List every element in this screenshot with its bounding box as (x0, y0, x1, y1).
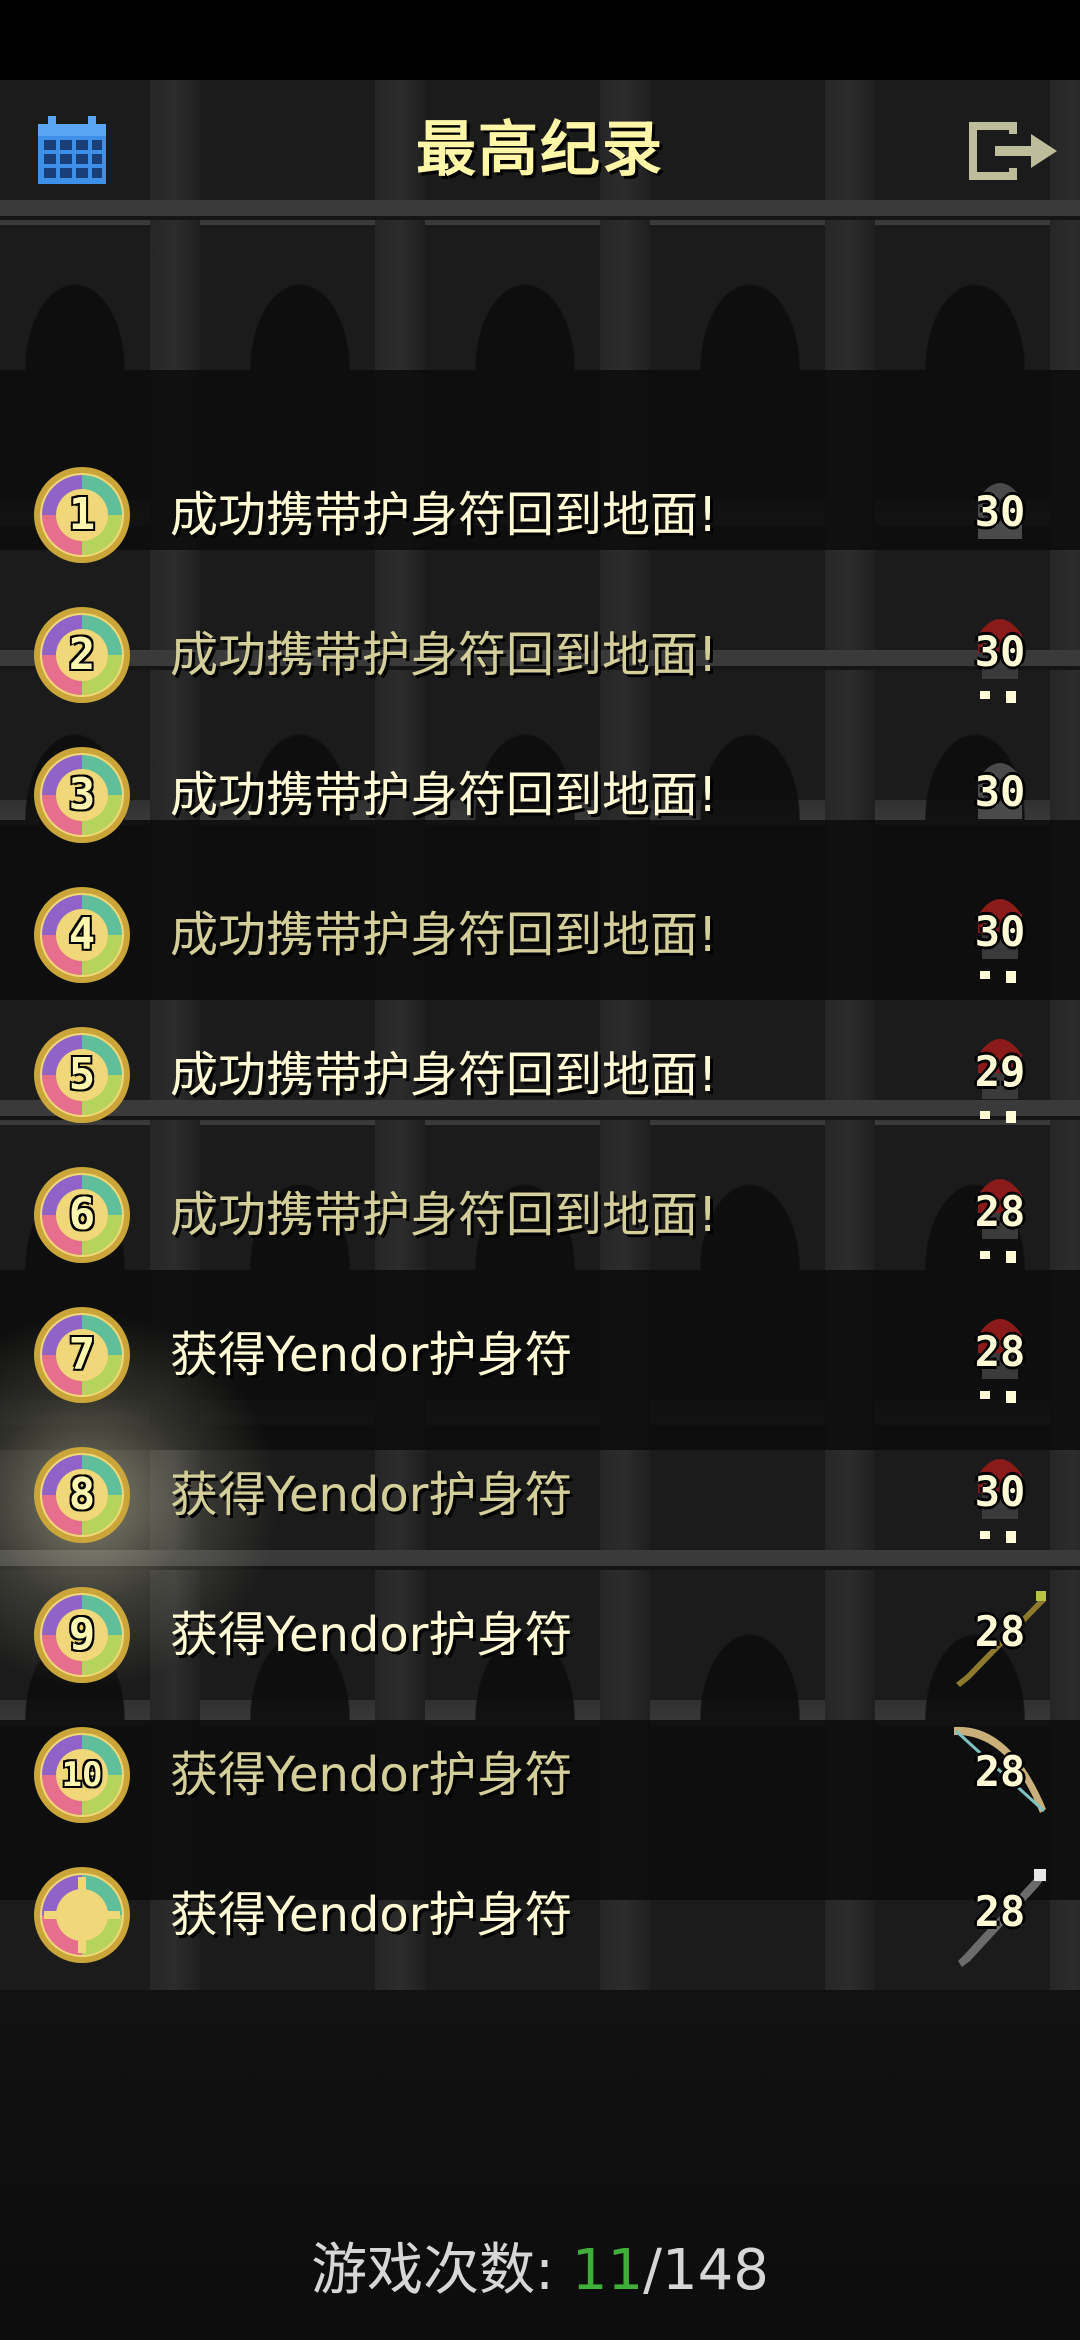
ranking-row[interactable]: 9 获得Yendor护身符 28 (0, 1565, 1080, 1705)
hero-class-icon: 28 (950, 1159, 1060, 1271)
hero-class-icon: 30 (950, 1439, 1060, 1551)
ranking-description: 获得Yendor护身符 (170, 1607, 573, 1663)
exit-icon (969, 122, 1057, 180)
games-won-count: 11 (571, 2238, 644, 2303)
hero-class-icon: 30 (950, 599, 1060, 711)
rank-number (32, 1865, 132, 1965)
hero-level: 30 (974, 487, 1026, 536)
hero-class-icon: 30 (950, 879, 1060, 991)
games-total-count: /148 (643, 2238, 769, 2303)
ranking-description: 成功携带护身符回到地面! (170, 907, 718, 963)
rankings-screen: 最高纪录 1 成功携带护身符回到地面! 30 2 成功携带护身符回到地面! 30… (0, 0, 1080, 2340)
rank-medal: 5 (32, 1025, 132, 1125)
rank-number: 10 (61, 1755, 103, 1795)
ranking-row[interactable]: 获得Yendor护身符 28 (0, 1845, 1080, 1985)
hero-class-icon: 30 (950, 739, 1060, 851)
rank-medal: 4 (32, 885, 132, 985)
ranking-row[interactable]: 3 成功携带护身符回到地面! 30 (0, 725, 1080, 865)
ranking-row[interactable]: 2 成功携带护身符回到地面! 30 (0, 585, 1080, 725)
hero-level: 28 (974, 1327, 1026, 1376)
games-played-counter: 游戏次数: 11/148 (0, 2225, 1080, 2306)
ranking-description: 成功携带护身符回到地面! (170, 1047, 718, 1103)
hero-level: 28 (974, 1187, 1026, 1236)
hero-class-icon: 28 (950, 1719, 1060, 1831)
rank-number: 3 (68, 769, 96, 820)
ranking-description: 成功携带护身符回到地面! (170, 627, 718, 683)
rank-number: 1 (68, 489, 96, 540)
rank-number: 7 (68, 1329, 96, 1380)
ranking-description: 成功携带护身符回到地面! (170, 487, 718, 543)
rank-medal: 10 (32, 1725, 132, 1825)
ranking-description: 获得Yendor护身符 (170, 1747, 573, 1803)
ranking-row[interactable]: 6 成功携带护身符回到地面! 28 (0, 1145, 1080, 1285)
rank-medal: 2 (32, 605, 132, 705)
ranking-row[interactable]: 10 获得Yendor护身符 28 (0, 1705, 1080, 1845)
rank-medal: 9 (32, 1585, 132, 1685)
ranking-description: 获得Yendor护身符 (170, 1327, 573, 1383)
ranking-description: 获得Yendor护身符 (170, 1887, 573, 1943)
ranking-row[interactable]: 1 成功携带护身符回到地面! 30 (0, 445, 1080, 585)
wall-ledge (0, 200, 1080, 220)
hero-level: 30 (974, 907, 1026, 956)
hero-class-icon: 29 (950, 1019, 1060, 1131)
ranking-description: 获得Yendor护身符 (170, 1467, 573, 1523)
ranking-row[interactable]: 4 成功携带护身符回到地面! 30 (0, 865, 1080, 1005)
hero-level: 30 (974, 767, 1026, 816)
hero-level: 28 (974, 1887, 1026, 1936)
ranking-row[interactable]: 7 获得Yendor护身符 28 (0, 1285, 1080, 1425)
rank-medal: 1 (32, 465, 132, 565)
rank-number: 8 (68, 1469, 96, 1520)
rank-number: 9 (68, 1609, 96, 1660)
ranking-description: 成功携带护身符回到地面! (170, 1187, 718, 1243)
rankings-list: 1 成功携带护身符回到地面! 30 2 成功携带护身符回到地面! 30 3 成功… (0, 445, 1080, 1985)
status-bar (0, 0, 1080, 80)
games-played-label: 游戏次数: (311, 2238, 555, 2303)
exit-button[interactable] (965, 118, 1061, 184)
rank-number: 2 (68, 629, 96, 680)
ranking-row[interactable]: 5 成功携带护身符回到地面! 29 (0, 1005, 1080, 1145)
hero-level: 30 (974, 627, 1026, 676)
page-title: 最高纪录 (416, 115, 664, 185)
ranking-row[interactable]: 8 获得Yendor护身符 30 (0, 1425, 1080, 1565)
hero-level: 28 (974, 1607, 1026, 1656)
hero-level: 29 (974, 1047, 1026, 1096)
rank-medal: 3 (32, 745, 132, 845)
hero-class-icon: 28 (950, 1859, 1060, 1971)
hero-class-icon: 28 (950, 1299, 1060, 1411)
rank-medal: 8 (32, 1445, 132, 1545)
rank-medal: 7 (32, 1305, 132, 1405)
rank-number: 5 (68, 1049, 96, 1100)
rank-number: 4 (68, 909, 96, 960)
hero-class-icon: 28 (950, 1579, 1060, 1691)
rank-number: 6 (68, 1189, 96, 1240)
rank-medal (32, 1865, 132, 1965)
hero-level: 28 (974, 1747, 1026, 1796)
calendar-button[interactable] (36, 116, 108, 186)
rank-medal: 6 (32, 1165, 132, 1265)
hero-class-icon: 30 (950, 459, 1060, 571)
hero-level: 30 (974, 1467, 1026, 1516)
calendar-icon (38, 116, 106, 184)
ranking-description: 成功携带护身符回到地面! (170, 767, 718, 823)
